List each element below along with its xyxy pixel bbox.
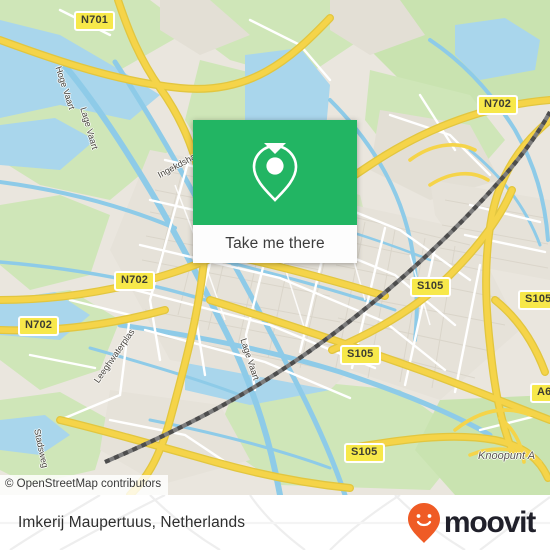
map-label: Knoopunt A bbox=[478, 450, 536, 462]
road-shield-s105[interactable]: S105 bbox=[518, 290, 550, 310]
popup-tail-arrow bbox=[264, 143, 286, 154]
moovit-brand[interactable]: moovit bbox=[407, 495, 536, 550]
map-attribution[interactable]: © OpenStreetMap contributors bbox=[0, 475, 169, 495]
road-shield-s105[interactable]: S105 bbox=[410, 277, 451, 297]
take-me-there-label: Take me there bbox=[225, 235, 325, 252]
road-shield-n702[interactable]: N702 bbox=[114, 271, 156, 291]
road-shield-n702[interactable]: N702 bbox=[18, 316, 60, 336]
road-shield-a6[interactable]: A6 bbox=[530, 383, 550, 403]
road-shield-s105[interactable]: S105 bbox=[344, 443, 385, 463]
location-popup-card[interactable]: Take me there bbox=[193, 120, 357, 263]
footer-bar: Imkerij Maupertuus, Netherlands moovit bbox=[0, 495, 550, 550]
moovit-map-page: Hoge Vaart Lage Vaart Ingekdshaw Lage Va… bbox=[0, 0, 550, 550]
popup-image bbox=[193, 120, 357, 225]
page-title: Imkerij Maupertuus, Netherlands bbox=[18, 495, 245, 550]
take-me-there-button[interactable]: Take me there bbox=[193, 225, 357, 263]
moovit-pin-smiley-icon bbox=[407, 502, 440, 543]
road-shield-s105[interactable]: S105 bbox=[340, 345, 381, 365]
footer-title-text: Imkerij Maupertuus, Netherlands bbox=[18, 513, 246, 531]
road-shield-n701[interactable]: N701 bbox=[74, 11, 116, 31]
road-shield-n702[interactable]: N702 bbox=[477, 95, 519, 115]
moovit-wordmark: moovit bbox=[443, 505, 536, 539]
